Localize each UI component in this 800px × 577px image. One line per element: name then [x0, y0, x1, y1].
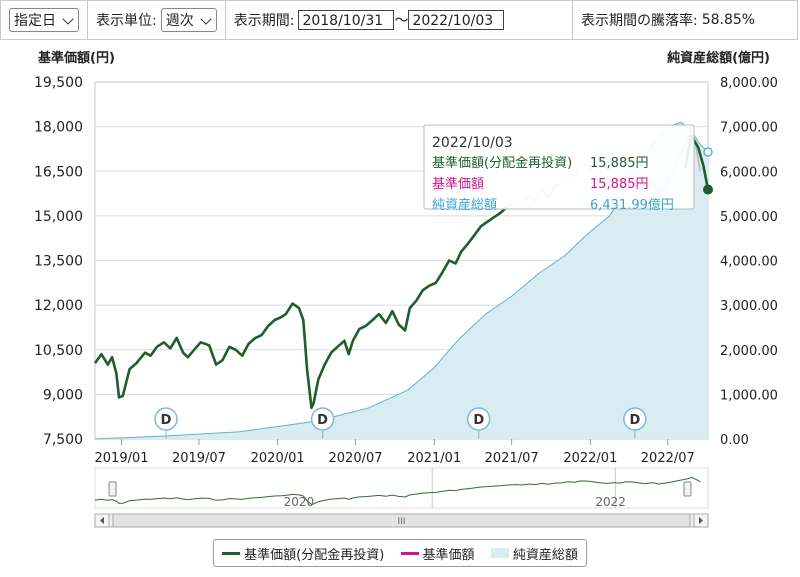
- x-tick-label: 2020/07: [329, 451, 383, 466]
- x-tick-label: 2022/01: [563, 451, 617, 466]
- x-tick-label: 2019/01: [95, 451, 149, 466]
- display-period-cell: 表示期間: 2018/10/31 〜 2022/10/03: [226, 1, 573, 39]
- tooltip-row-label: 純資産総額: [432, 197, 497, 213]
- left-tick-label: 10,500: [34, 343, 83, 359]
- left-tick-label: 9,000: [43, 387, 83, 403]
- period-separator: 〜: [394, 13, 409, 29]
- right-tick-label: 0.00: [720, 433, 749, 448]
- legend-swatch-nav: [400, 551, 419, 555]
- legend-label-nav: 基準価額: [422, 547, 475, 563]
- change-rate-label: 表示期間の騰落率:: [581, 13, 698, 29]
- right-tick-label: 4,000.00: [720, 255, 778, 270]
- x-tick-label: 2022/07: [641, 451, 695, 466]
- right-tick-label: 3,000.00: [720, 299, 778, 314]
- tooltip: 2022/10/03基準価額(分配金再投資) 15,885円基準価額 15,885円…: [423, 124, 695, 213]
- display-unit-cell: 表示単位: 週次: [88, 1, 226, 39]
- legend-label-aum: 純資産総額: [512, 547, 578, 563]
- change-rate-cell: 表示期間の騰落率: 58.85%: [573, 1, 797, 39]
- tooltip-row-value: 6,431.99億円: [590, 197, 674, 213]
- scrollbar-grip: III: [398, 517, 406, 527]
- chart-toolbar: 指定日 表示単位: 週次 表示期間: 2018/10/31 〜 2022/10/…: [0, 0, 798, 40]
- legend-swatch-nav-reinvested: [222, 551, 241, 555]
- start-date-input[interactable]: 2018/10/31: [298, 10, 395, 30]
- change-rate-value: 58.85%: [701, 12, 756, 28]
- left-tick-label: 13,500: [34, 254, 83, 270]
- right-axis-title: 純資産総額(億円): [667, 50, 770, 66]
- display-unit-select[interactable]: 週次: [160, 8, 217, 32]
- x-tick-label: 2019/07: [172, 451, 226, 466]
- navigator-label: 2020: [284, 495, 315, 509]
- distribution-marker-label: D: [317, 413, 328, 428]
- distribution-marker-label: D: [161, 413, 172, 428]
- distribution-marker-label: D: [629, 413, 640, 428]
- legend-item-aum[interactable]: 純資産総額: [490, 544, 578, 563]
- tooltip-row-value: 15,885円: [590, 156, 649, 171]
- navigator-handle-left[interactable]: [108, 481, 117, 497]
- chevron-down-icon: [62, 12, 74, 25]
- legend-label-nav-reinvested: 基準価額(分配金再投資): [244, 547, 385, 563]
- display-unit-value: 週次: [165, 13, 194, 29]
- display-unit-label: 表示単位:: [96, 13, 157, 29]
- left-tick-label: 19,500: [34, 75, 83, 91]
- nav-chart[interactable]: 19,500 8,000.00 18,000 7,000.00 16,500 6,000.…: [0, 40, 800, 537]
- right-tick-label: 6,000.00: [720, 165, 778, 180]
- current-point-marker: [703, 184, 713, 195]
- right-tick-label: 8,000.00: [720, 76, 778, 91]
- right-tick-label: 2,000.00: [720, 344, 778, 359]
- left-tick-label: 16,500: [34, 164, 83, 180]
- left-axis-title: 基準価額(円): [37, 50, 115, 66]
- navigator-handle-right[interactable]: [683, 481, 692, 497]
- tooltip-row-label: 基準価額(分配金再投資): [432, 155, 572, 171]
- tooltip-row-value: 15,885円: [590, 177, 649, 192]
- chart-legend: 基準価額(分配金再投資) 基準価額 純資産総額: [213, 539, 587, 567]
- x-tick-label: 2020/01: [251, 451, 305, 466]
- legend-item-nav-reinvested[interactable]: 基準価額(分配金再投資): [222, 544, 384, 563]
- navigator-label: 2022: [595, 495, 626, 509]
- display-period-label: 表示期間:: [233, 13, 295, 29]
- date-mode-cell: 指定日: [1, 1, 88, 39]
- left-tick-label: 12,000: [34, 298, 83, 314]
- chevron-down-icon: [200, 12, 212, 25]
- right-tick-label: 7,000.00: [720, 121, 778, 136]
- end-date-input[interactable]: 2022/10/03: [408, 10, 505, 30]
- date-mode-select[interactable]: 指定日: [9, 8, 79, 32]
- left-tick-label: 15,000: [34, 209, 83, 225]
- right-tick-label: 1,000.00: [720, 388, 778, 403]
- date-mode-value: 指定日: [14, 13, 56, 29]
- left-tick-label: 18,000: [34, 120, 83, 136]
- left-tick-label: 7,500: [43, 432, 83, 448]
- tooltip-row-label: 基準価額: [432, 176, 484, 192]
- x-tick-label: 2021/01: [407, 451, 461, 466]
- aum-current-marker: [703, 147, 713, 157]
- x-tick-label: 2021/07: [485, 451, 539, 466]
- legend-swatch-aum: [490, 548, 509, 558]
- right-tick-label: 5,000.00: [720, 210, 778, 225]
- tooltip-date: 2022/10/03: [432, 135, 513, 151]
- distribution-marker-label: D: [473, 413, 484, 428]
- navigator[interactable]: 2020 2022 III: [94, 467, 709, 528]
- legend-item-nav[interactable]: 基準価額: [400, 544, 475, 563]
